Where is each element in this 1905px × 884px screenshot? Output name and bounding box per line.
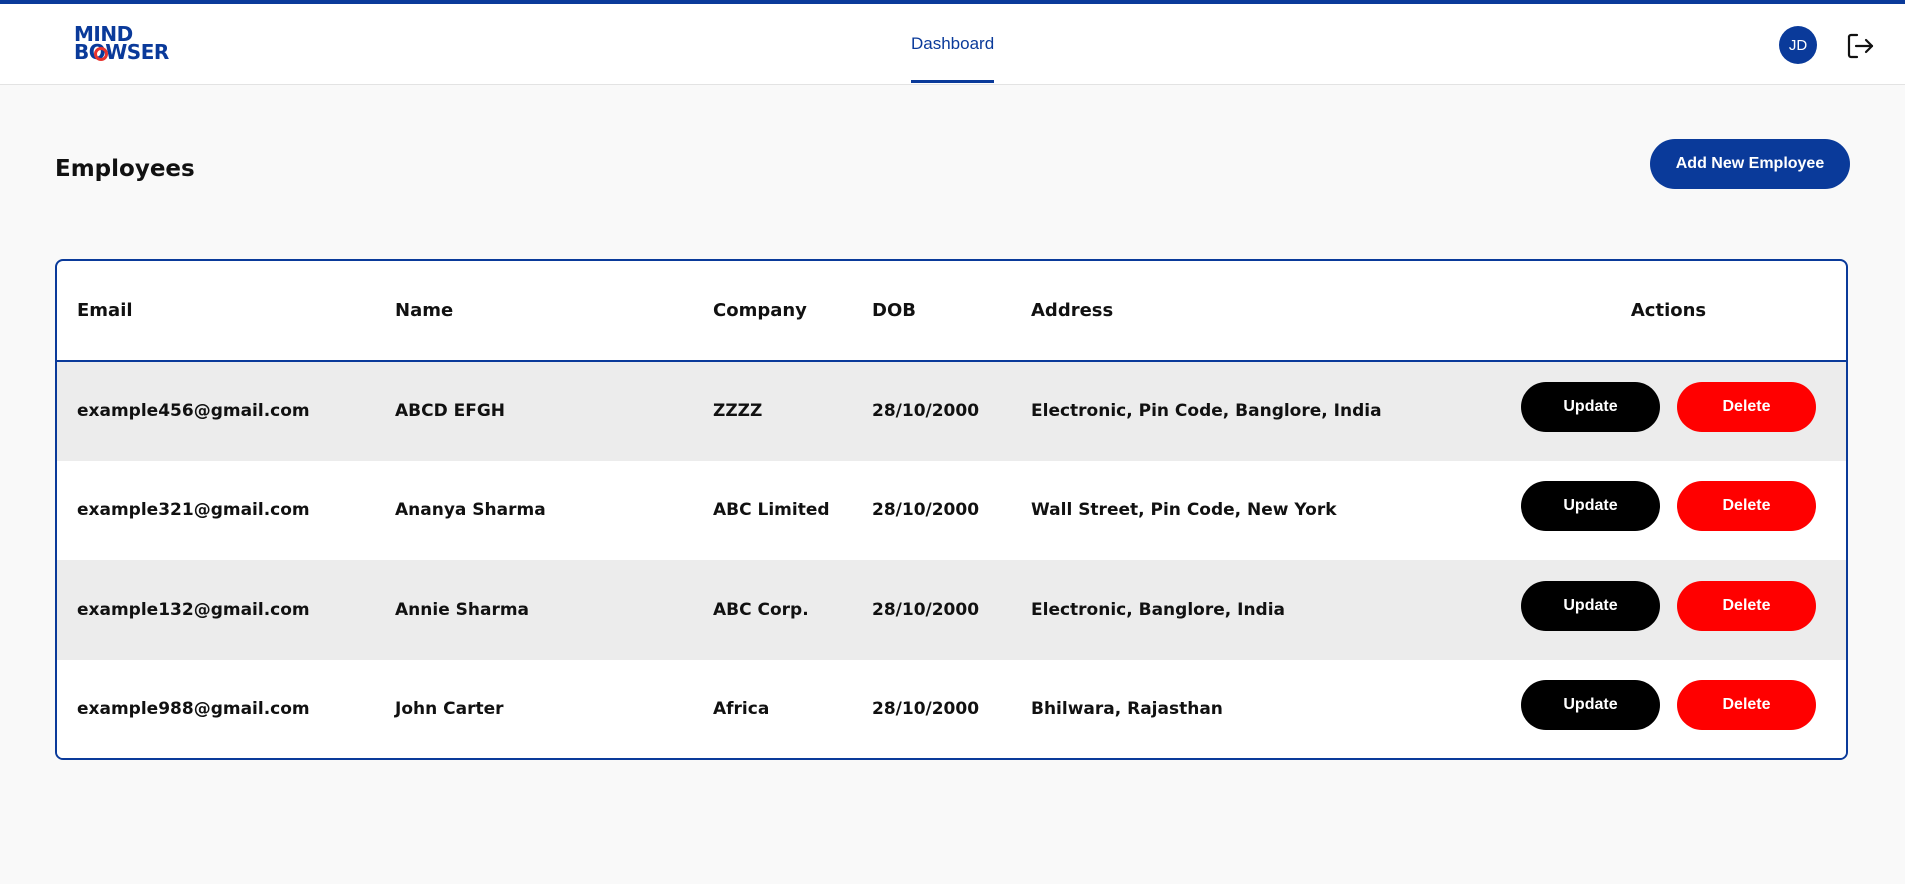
cell-name: Ananya Sharma	[395, 500, 546, 521]
employees-table-container: Email Name Company DOB Address Actions e…	[55, 259, 1848, 760]
cell-name: John Carter	[395, 699, 504, 720]
logo-ring-icon	[94, 47, 108, 61]
column-header-name: Name	[395, 300, 454, 321]
cell-dob: 28/10/2000	[872, 401, 980, 422]
logo-line-2: BOWSER	[74, 40, 169, 64]
column-header-company: Company	[713, 300, 807, 321]
cell-email: example988@gmail.com	[77, 699, 310, 720]
update-button[interactable]: Update	[1521, 680, 1660, 731]
cell-company: ABC Corp.	[713, 599, 809, 620]
update-button[interactable]: Update	[1521, 481, 1660, 532]
cell-address: Electronic, Banglore, India	[1031, 599, 1286, 620]
page-title: Employees	[55, 156, 195, 182]
table-row: example132@gmail.com Annie Sharma ABC Co…	[57, 560, 1846, 660]
cell-company: Africa	[713, 699, 770, 720]
cell-name: ABCD EFGH	[395, 401, 506, 422]
cell-actions: Update Delete	[1491, 461, 1846, 561]
delete-button[interactable]: Delete	[1677, 382, 1816, 433]
logout-icon[interactable]	[1845, 31, 1875, 61]
tab-dashboard[interactable]: Dashboard	[911, 4, 995, 83]
cell-actions: Update Delete	[1491, 660, 1846, 759]
cell-dob: 28/10/2000	[872, 599, 980, 620]
table-row: example321@gmail.com Ananya Sharma ABC L…	[57, 460, 1846, 561]
cell-dob: 28/10/2000	[872, 699, 980, 720]
table-row: example456@gmail.com ABCD EFGH ZZZZ 28/1…	[57, 361, 1846, 461]
cell-actions: Update Delete	[1491, 361, 1846, 461]
cell-actions: Update Delete	[1491, 560, 1846, 660]
table-row: example988@gmail.com John Carter Africa …	[57, 659, 1846, 759]
delete-button[interactable]: Delete	[1677, 680, 1816, 731]
update-button[interactable]: Update	[1521, 382, 1660, 433]
cell-address: Wall Street, Pin Code, New York	[1031, 500, 1337, 521]
cell-email: example321@gmail.com	[77, 500, 310, 521]
app-header: MIND BOWSER Dashboard JD	[0, 4, 1905, 85]
cell-company: ZZZZ	[713, 401, 763, 422]
update-button[interactable]: Update	[1521, 580, 1660, 631]
cell-address: Bhilwara, Rajasthan	[1031, 699, 1223, 720]
cell-company: ABC Limited	[713, 500, 830, 521]
column-header-actions: Actions	[1630, 300, 1707, 321]
table-header-row: Email Name Company DOB Address Actions	[57, 261, 1846, 361]
column-header-address: Address	[1031, 300, 1114, 321]
mindbowser-logo[interactable]: MIND BOWSER	[74, 24, 184, 65]
delete-button[interactable]: Delete	[1677, 580, 1816, 631]
column-header-email: Email	[77, 300, 133, 321]
avatar[interactable]: JD	[1779, 26, 1817, 64]
column-header-dob: DOB	[872, 300, 916, 321]
employees-table: Email Name Company DOB Address Actions e…	[57, 261, 1846, 759]
delete-button[interactable]: Delete	[1677, 481, 1816, 532]
cell-dob: 28/10/2000	[872, 500, 980, 521]
cell-email: example132@gmail.com	[77, 599, 310, 620]
cell-name: Annie Sharma	[395, 599, 530, 620]
add-new-employee-button[interactable]: Add New Employee	[1650, 139, 1850, 189]
cell-email: example456@gmail.com	[77, 401, 310, 422]
cell-address: Electronic, Pin Code, Banglore, India	[1031, 401, 1382, 422]
